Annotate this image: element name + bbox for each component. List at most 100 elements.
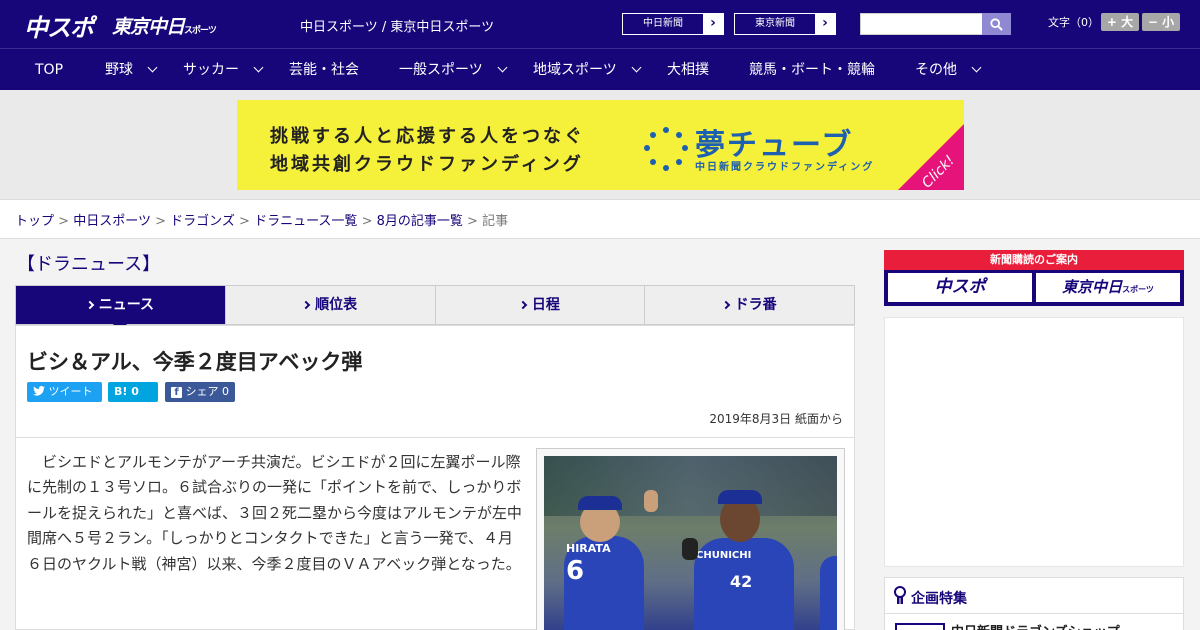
nav-item-sumo[interactable]: 大相撲 [667, 49, 709, 91]
text-size-label: 文字（0） [1048, 16, 1099, 29]
nav-label: その他 [915, 62, 957, 78]
breadcrumb-link-dra-news[interactable]: ドラニュース一覧 [254, 214, 357, 229]
nav-label: 大相撲 [667, 62, 709, 78]
nav-item-top[interactable]: TOP [35, 49, 63, 91]
chevron-right-icon [721, 300, 730, 310]
breadcrumb-separator: > [361, 214, 373, 229]
search-icon [990, 18, 1003, 31]
tokyo-chunichi-logo[interactable]: 東京中日スポーツ [112, 12, 217, 39]
tokyo-logo-suffix: スポーツ [184, 26, 217, 36]
nav-label: 地域スポーツ [533, 62, 617, 78]
jersey-number: 42 [730, 572, 753, 591]
chevron-down-icon [631, 62, 642, 73]
tokyo-chunichi-subscribe-link[interactable]: 東京中日スポーツ [1036, 273, 1180, 302]
facebook-share-button[interactable]: f シェア 0 [165, 382, 235, 402]
jersey-name: CHUNICHI [696, 550, 752, 561]
article-dateline: 2019年8月3日 紙面から [709, 412, 843, 426]
breadcrumb-link-dragons[interactable]: ドラゴンズ [170, 214, 235, 229]
ad-brand-sub: 中日新聞クラウドファンディング [695, 162, 875, 173]
sidebar-ad-slot [884, 317, 1184, 567]
article-photo-frame: HIRATA 6 CHUNICHI 42 [536, 448, 845, 630]
facebook-icon: f [171, 387, 182, 398]
chunichi-shimbun-link[interactable]: 中日新聞 › [622, 13, 724, 35]
ad-area: 挑戦する人と応援する人をつなぐ 地域共創クラウドファンディング 夢チューブ 中日… [0, 90, 1200, 200]
nav-item-other[interactable]: その他 [915, 49, 982, 91]
sidebar-paper-label: 東京中日 [1062, 278, 1123, 296]
breadcrumb-link-august[interactable]: 8月の記事一覧 [377, 214, 463, 229]
chevron-right-icon: › [703, 14, 723, 34]
jersey-number: 6 [566, 556, 585, 586]
breadcrumb-current: 記事 [482, 214, 509, 229]
nav-label: 競馬・ボート・競輪 [749, 62, 875, 78]
divider [16, 437, 854, 438]
article-photo[interactable]: HIRATA 6 CHUNICHI 42 [544, 456, 837, 630]
section-title: 【ドラニュース】 [17, 254, 161, 275]
chevron-right-icon [301, 300, 311, 310]
text-size-down-button[interactable]: − 小 [1142, 13, 1180, 31]
tab-news[interactable]: ニュース [16, 286, 226, 332]
breadcrumb-separator: > [58, 214, 70, 229]
subscription-label: 新聞購読のご案内 [884, 250, 1184, 270]
tab-label: 順位表 [315, 297, 358, 313]
player-cap [718, 490, 762, 504]
nav-label: サッカー [183, 62, 239, 78]
chevron-down-icon [254, 62, 264, 73]
ad-line-2: 地域共創クラウドファンディング [270, 154, 584, 175]
breadcrumb-link-chuspo[interactable]: 中日スポーツ [73, 214, 151, 229]
site-name: 中日スポーツ / 東京中日スポーツ [300, 20, 495, 35]
chuspo-subscribe-link[interactable]: 中スポ [888, 273, 1032, 302]
site-header: 中スポ 東京中日スポーツ 中日スポーツ / 東京中日スポーツ 中日新聞 › 東京… [0, 0, 1200, 48]
chuspo-logo[interactable]: 中スポ [24, 8, 94, 43]
jersey-name: HIRATA [566, 542, 611, 555]
chevron-right-icon: › [815, 14, 835, 34]
tokyo-shimbun-link[interactable]: 東京新聞 › [734, 13, 836, 35]
sidebar-paper-label: 中スポ [934, 277, 986, 297]
category-tabs: ニュース 順位表 日程 ドラ番 [15, 285, 855, 332]
chevron-down-icon [497, 62, 508, 73]
tweet-button[interactable]: ツイート [27, 382, 102, 402]
nav-item-keiba[interactable]: 競馬・ボート・競輪 [749, 49, 875, 91]
chevron-down-icon [972, 62, 982, 73]
tab-label: ニュース [98, 297, 155, 313]
nav-item-baseball[interactable]: 野球 [105, 49, 158, 91]
high-five-hand [644, 490, 658, 512]
chevron-right-icon [518, 300, 528, 310]
feature-title: 企画特集 [911, 591, 967, 607]
hatena-label: B! 0 [114, 385, 139, 398]
tweet-label: ツイート [48, 385, 93, 398]
player-edge [820, 556, 837, 630]
batting-glove [682, 538, 698, 560]
breadcrumb-link-top[interactable]: トップ [15, 214, 54, 229]
nav-item-entertainment[interactable]: 芸能・社会 [289, 49, 359, 91]
nav-label: 一般スポーツ [399, 62, 483, 78]
search-input[interactable] [860, 13, 984, 35]
article-headline: ビシ＆アル、今季２度目アベック弾 [27, 350, 363, 374]
subscription-banner[interactable]: 新聞購読のご案内 中スポ 東京中日スポーツ [884, 250, 1184, 306]
article: ビシ＆アル、今季２度目アベック弾 ツイート B! 0 f シェア 0 2019年… [15, 325, 855, 630]
nav-item-soccer[interactable]: サッカー [183, 49, 264, 91]
shop-logo-icon [895, 623, 945, 630]
ad-line-1: 挑戦する人と応援する人をつなぐ [270, 126, 585, 147]
facebook-share-label: シェア 0 [185, 385, 230, 398]
nav-label: 芸能・社会 [289, 62, 359, 78]
nav-label: TOP [35, 62, 64, 78]
tokyo-logo-main: 東京中日 [112, 16, 185, 38]
paper-link-label: 中日新聞 [643, 18, 683, 29]
tab-standings[interactable]: 順位表 [226, 286, 436, 324]
twitter-bird-icon [33, 386, 45, 396]
tab-draban[interactable]: ドラ番 [645, 286, 854, 324]
paper-link-label: 東京新聞 [755, 18, 795, 29]
medal-icon [894, 586, 906, 604]
tab-label: 日程 [531, 297, 560, 313]
feature-item-dragons-shop[interactable]: 中日新聞ドラゴンズショップ [951, 621, 1120, 630]
chevron-right-icon [85, 300, 94, 310]
search-button[interactable] [982, 13, 1011, 35]
nav-item-local-sports[interactable]: 地域スポーツ [533, 49, 642, 91]
breadcrumb-separator: > [239, 214, 250, 229]
nav-item-general-sports[interactable]: 一般スポーツ [399, 49, 508, 91]
nav-label: 野球 [105, 62, 133, 78]
yume-tube-banner[interactable]: 挑戦する人と応援する人をつなぐ 地域共創クラウドファンディング 夢チューブ 中日… [237, 100, 964, 190]
tab-schedule[interactable]: 日程 [436, 286, 646, 324]
hatena-bookmark-button[interactable]: B! 0 [108, 382, 158, 402]
text-size-up-button[interactable]: + 大 [1101, 13, 1139, 31]
